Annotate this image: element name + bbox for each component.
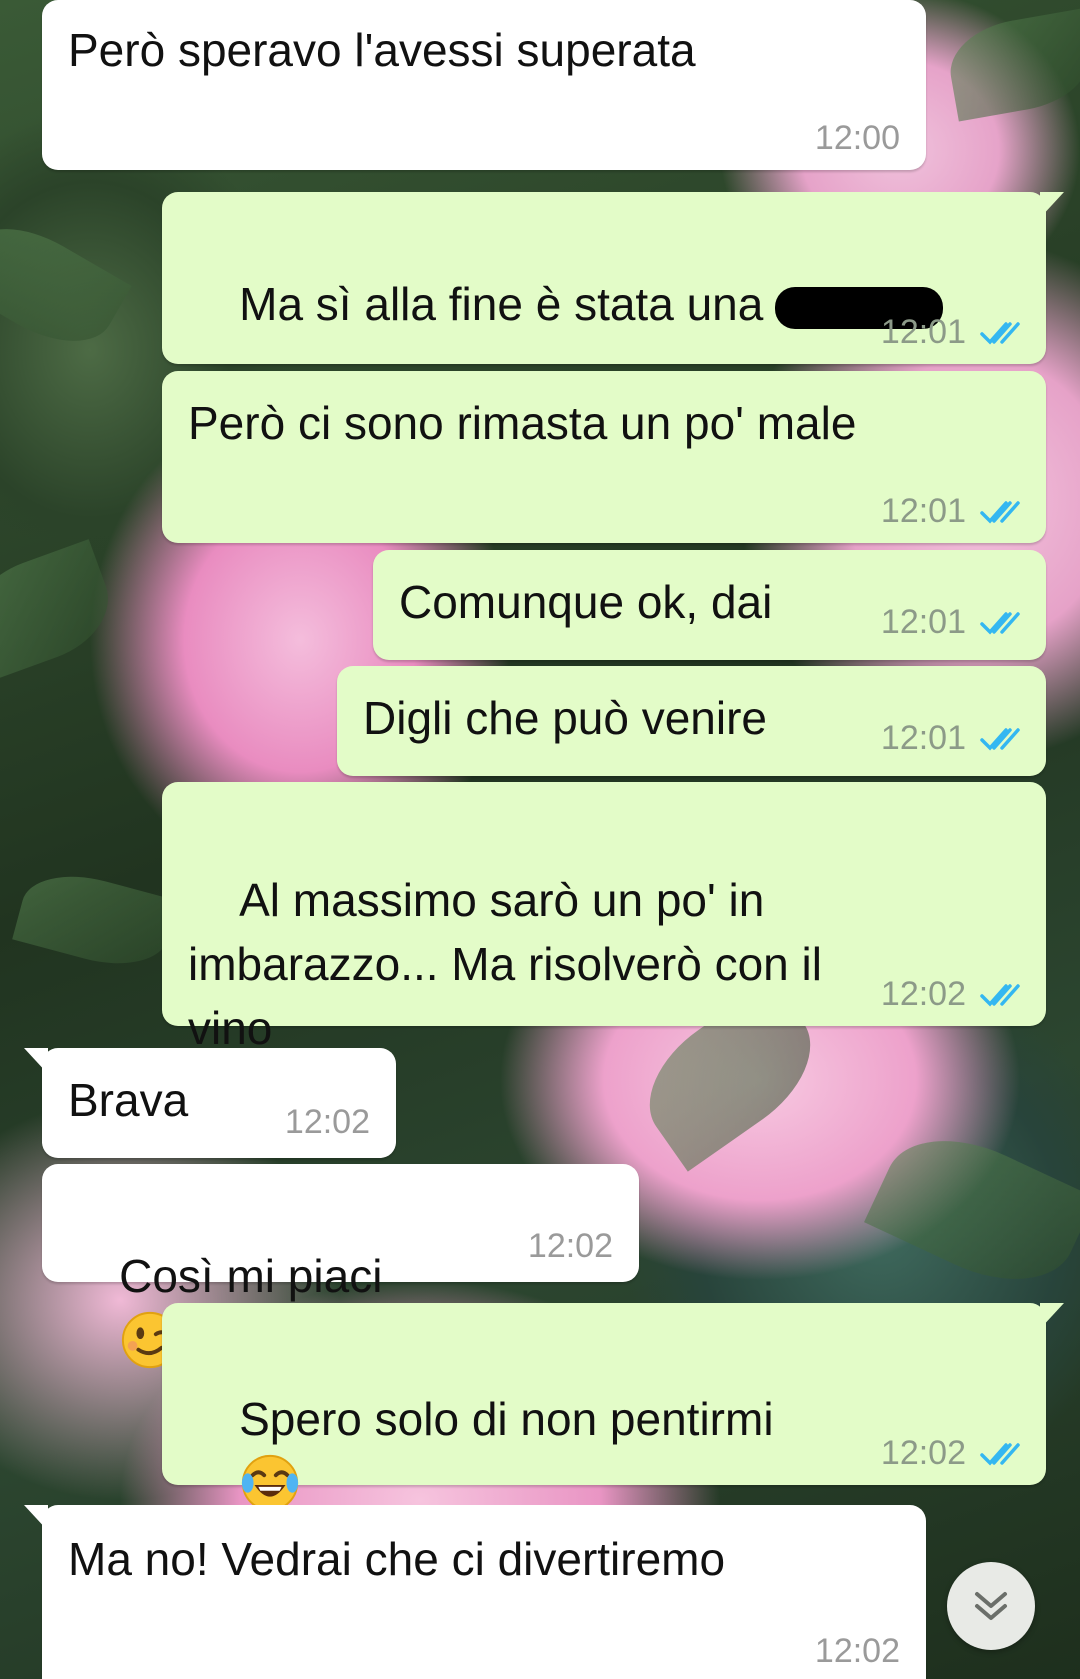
message-meta: 12:01	[881, 719, 1020, 758]
message-text: Comunque ok, dai	[399, 576, 773, 628]
message-bubble-outgoing[interactable]: Ma sì alla fine è stata una 12:01	[162, 192, 1064, 364]
message-meta: 12:02	[285, 1103, 370, 1142]
message-meta: 12:00	[815, 119, 900, 158]
message-text: Però speravo l'avessi superata	[68, 24, 696, 76]
double-check-icon	[980, 983, 1020, 1007]
message-meta: 12:01	[881, 313, 1020, 352]
message-time: 12:02	[880, 975, 966, 1013]
message-bubble-incoming[interactable]: Ma no! Vedrai che ci divertiremo 12:02	[24, 1505, 926, 1679]
message-text: Brava	[68, 1074, 189, 1126]
message-text: Però ci sono rimasta un po' male	[188, 397, 857, 449]
message-text: Ma no! Vedrai che ci divertiremo	[68, 1533, 726, 1585]
message-text: Digli che può venire	[363, 692, 768, 744]
wallpaper-leaf	[943, 8, 1080, 122]
message-bubble-outgoing[interactable]: Digli che può venire 12:01	[337, 666, 1046, 776]
wallpaper-leaf	[864, 1113, 1080, 1307]
message-bubble-outgoing[interactable]: Spero solo di non pentirmi 12:02	[162, 1303, 1064, 1511]
message-meta: 12:02	[881, 1434, 1020, 1473]
message-time: 12:00	[814, 119, 900, 157]
chevron-double-down-icon	[975, 1592, 1007, 1620]
message-bubble-incoming[interactable]: Così mi piaci 12:02	[42, 1164, 639, 1368]
message-time: 12:01	[880, 492, 966, 530]
double-check-icon	[980, 321, 1020, 345]
double-check-icon	[980, 727, 1020, 751]
message-time: 12:02	[880, 1434, 966, 1472]
message-text: Spero solo di non pentirmi	[239, 1393, 774, 1445]
wallpaper-leaf	[0, 206, 132, 364]
message-time: 12:01	[880, 719, 966, 757]
message-bubble-outgoing[interactable]: Comunque ok, dai 12:01	[373, 550, 1046, 660]
message-bubble-incoming[interactable]: Brava 12:02	[24, 1048, 396, 1158]
message-meta: 12:01	[881, 603, 1020, 642]
message-meta: 12:02	[528, 1227, 613, 1266]
wallpaper-leaf	[0, 539, 123, 681]
message-time: 12:02	[814, 1632, 900, 1670]
scroll-to-bottom-button[interactable]	[947, 1562, 1035, 1650]
message-time: 12:02	[284, 1103, 370, 1141]
message-meta: 12:01	[881, 492, 1020, 531]
message-text: Ma sì alla fine è stata una	[239, 278, 764, 330]
double-check-icon	[980, 1442, 1020, 1466]
message-text: Così mi piaci	[119, 1250, 383, 1302]
message-time: 12:01	[880, 313, 966, 351]
message-meta: 12:02	[815, 1632, 900, 1671]
message-time: 12:01	[880, 603, 966, 641]
message-meta: 12:02	[881, 975, 1020, 1014]
message-time: 12:02	[527, 1227, 613, 1265]
message-bubble-outgoing[interactable]: Al massimo sarò un po' in imbarazzo... M…	[162, 782, 1046, 1124]
message-bubble-incoming[interactable]: Però speravo l'avessi superata 12:00	[42, 0, 926, 170]
double-check-icon	[980, 611, 1020, 635]
message-bubble-outgoing[interactable]: Però ci sono rimasta un po' male 12:01	[162, 371, 1046, 543]
double-check-icon	[980, 500, 1020, 524]
wallpaper-leaf	[12, 861, 178, 979]
message-text: Al massimo sarò un po' in imbarazzo... M…	[188, 874, 822, 1054]
